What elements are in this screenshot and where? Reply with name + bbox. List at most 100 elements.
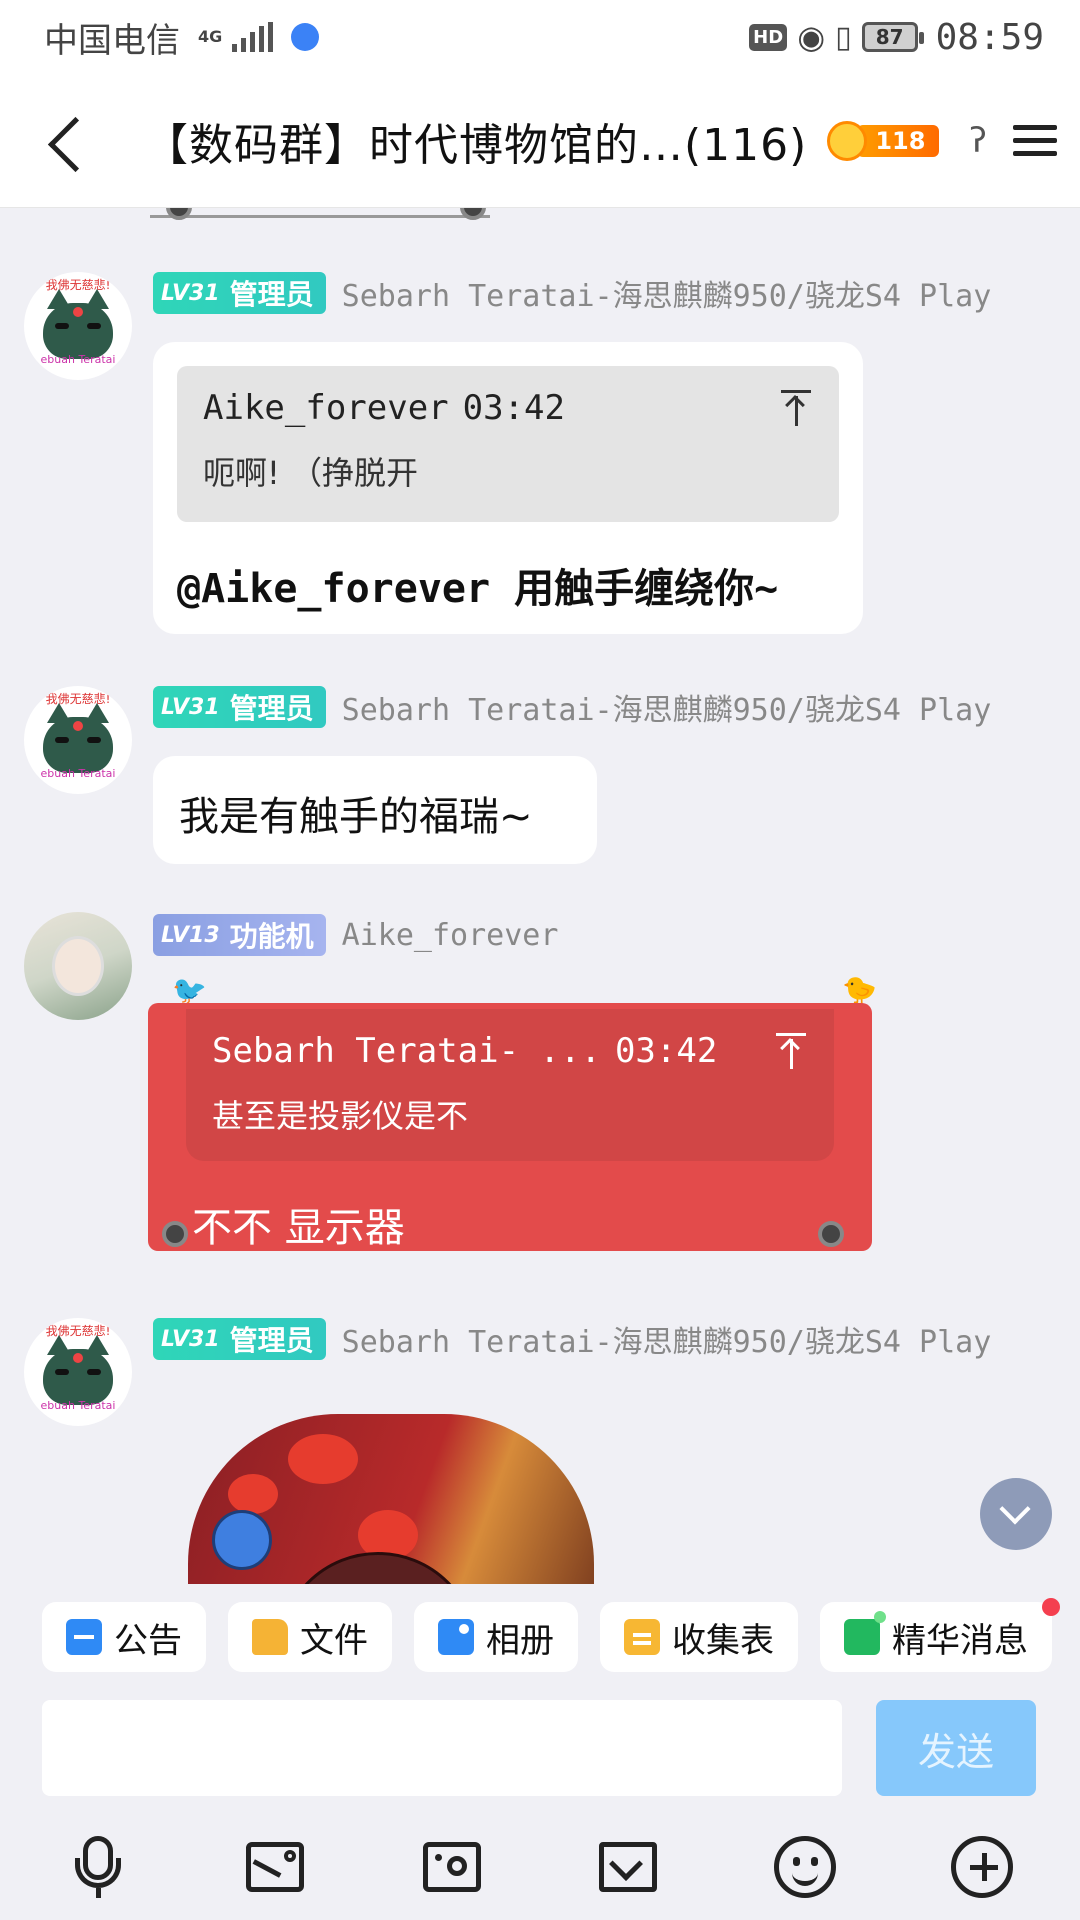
message-bubble[interactable]: 我是有触手的福瑞~ bbox=[153, 756, 597, 864]
avatar-caption: 我佛无慈悲! bbox=[45, 278, 111, 292]
wheel-icon bbox=[162, 1221, 188, 1247]
level-label: LV31 bbox=[161, 280, 220, 306]
quote-header: Sebarh Teratai- ... 03:42 bbox=[212, 1031, 808, 1071]
cat-eye bbox=[55, 323, 69, 329]
camera-flash bbox=[434, 1854, 442, 1861]
image-icon[interactable] bbox=[244, 1836, 306, 1898]
chat-area[interactable]: 我佛无慈悲! ebuah Teratai LV31 管理员 Sebarh Ter… bbox=[0, 208, 1080, 1584]
cat-mark bbox=[73, 307, 83, 317]
role-label: 管理员 bbox=[229, 1324, 314, 1357]
wheel-icon bbox=[818, 1221, 844, 1247]
sender-name[interactable]: Sebarh Teratai-海思麒麟950/骁龙S4 Play bbox=[342, 685, 992, 729]
member-badge: LV31 管理员 bbox=[153, 272, 326, 314]
quick-item-announcement[interactable]: 公告 bbox=[42, 1602, 206, 1672]
quote-text: 甚至是投影仪是不 bbox=[212, 1097, 469, 1135]
sender-name[interactable]: Sebarh Teratai-海思麒麟950/骁龙S4 Play bbox=[342, 1317, 992, 1361]
quick-item-form[interactable]: 收集表 bbox=[600, 1602, 798, 1672]
avatar[interactable]: 我佛无慈悲! ebuah Teratai bbox=[24, 686, 132, 794]
essence-icon bbox=[844, 1611, 886, 1655]
fire-count: 118 bbox=[857, 124, 940, 157]
member-badge: LV31 管理员 bbox=[153, 1318, 326, 1360]
avatar[interactable]: 我佛无慈悲! ebuah Teratai bbox=[24, 272, 132, 380]
role-label: 管理员 bbox=[229, 692, 314, 725]
sticker-image[interactable] bbox=[188, 1414, 594, 1584]
input-toolbar bbox=[0, 1814, 1080, 1920]
eye-icon: ◉ bbox=[797, 18, 826, 56]
browser-icon bbox=[291, 23, 320, 51]
themed-message-bubble[interactable]: Sebarh Teratai- ... 03:42 甚至是投影仪是不 不不 显示… bbox=[148, 1003, 872, 1251]
role-label: 管理员 bbox=[229, 278, 314, 311]
microphone-icon[interactable] bbox=[67, 1836, 129, 1898]
avatar-caption: 我佛无慈悲! bbox=[45, 692, 111, 706]
message-meta: LV31 管理员 Sebarh Teratai-海思麒麟950/骁龙S4 Pla… bbox=[153, 272, 991, 314]
jump-to-quote-icon[interactable] bbox=[776, 1033, 806, 1069]
message-meta: LV13 功能机 Aike_forever bbox=[153, 914, 558, 956]
cat-avatar-icon bbox=[43, 1335, 113, 1405]
quoted-message[interactable]: Sebarh Teratai- ... 03:42 甚至是投影仪是不 bbox=[186, 1009, 834, 1161]
quick-item-label: 文件 bbox=[300, 1620, 368, 1661]
cat-eye bbox=[87, 1369, 101, 1375]
camera-icon[interactable] bbox=[421, 1836, 483, 1898]
quick-item-label: 相册 bbox=[486, 1620, 554, 1661]
cat-eye bbox=[87, 737, 101, 743]
send-button[interactable]: 发送 bbox=[876, 1700, 1036, 1796]
avatar-caption: ebuah Teratai bbox=[40, 767, 116, 780]
quick-item-album[interactable]: 相册 bbox=[414, 1602, 578, 1672]
quote-author: Aike_forever bbox=[203, 388, 449, 428]
avatar[interactable]: 我佛无慈悲! ebuah Teratai bbox=[24, 1318, 132, 1426]
vibrate-icon: ▯ bbox=[835, 19, 852, 55]
chat-header: 【数码群】时代博物馆的…(116) 118 ʔ bbox=[0, 74, 1080, 208]
quick-item-essence[interactable]: 精华消息 bbox=[820, 1598, 1060, 1672]
sender-name[interactable]: Sebarh Teratai-海思麒麟950/骁龙S4 Play bbox=[342, 271, 992, 315]
level-label: LV31 bbox=[161, 1326, 220, 1352]
message-text: 不不 显示器 bbox=[192, 1205, 405, 1251]
menu-line bbox=[1012, 138, 1057, 143]
mic-stand bbox=[75, 1858, 122, 1888]
more-plus-icon[interactable] bbox=[950, 1836, 1013, 1898]
folder-icon bbox=[252, 1619, 288, 1655]
status-bar: 中国电信 4G HD ◉ ▯ 87 08:59 bbox=[0, 0, 1080, 74]
cat-mark bbox=[73, 1353, 83, 1363]
member-badge: LV13 功能机 bbox=[153, 914, 326, 956]
cat-eye bbox=[87, 323, 101, 329]
red-packet-icon[interactable] bbox=[597, 1836, 659, 1898]
wheel-icon bbox=[166, 208, 192, 220]
message-bubble[interactable]: Aike_forever 03:42 呃啊! （挣脱开 @Aike_foreve… bbox=[153, 342, 863, 634]
back-button[interactable] bbox=[36, 111, 96, 171]
plus-circle bbox=[950, 1836, 1013, 1898]
anime-avatar-icon bbox=[52, 936, 104, 996]
sticker-shape bbox=[228, 1474, 278, 1514]
notification-dot bbox=[1042, 1598, 1060, 1616]
member-badge: LV31 管理员 bbox=[153, 686, 326, 728]
message-text: 我是有触手的福瑞~ bbox=[179, 794, 533, 840]
quote-text: 呃啊! （挣脱开 bbox=[203, 454, 419, 492]
announcement-icon bbox=[66, 1619, 102, 1655]
menu-button[interactable] bbox=[1012, 125, 1057, 156]
image-sun bbox=[283, 1850, 296, 1862]
avatar[interactable] bbox=[24, 912, 132, 1020]
avatar-caption: 我佛无慈悲! bbox=[45, 1324, 111, 1338]
quick-item-files[interactable]: 文件 bbox=[228, 1602, 392, 1672]
ear-icon[interactable]: ʔ bbox=[969, 121, 986, 161]
quick-item-label: 收集表 bbox=[672, 1620, 774, 1661]
group-fire-badge[interactable]: 118 bbox=[827, 120, 940, 161]
menu-line bbox=[1012, 125, 1057, 130]
camera-lens bbox=[446, 1856, 467, 1876]
jump-to-quote-icon[interactable] bbox=[781, 390, 811, 426]
avatar-caption: ebuah Teratai bbox=[40, 353, 116, 366]
smile-face bbox=[773, 1836, 836, 1898]
message-input[interactable] bbox=[42, 1700, 842, 1796]
clock: 08:59 bbox=[935, 16, 1044, 58]
cat-eye bbox=[55, 737, 69, 743]
avatar-caption: ebuah Teratai bbox=[40, 1399, 116, 1412]
scroll-to-bottom-button[interactable] bbox=[980, 1478, 1052, 1550]
sender-name[interactable]: Aike_forever bbox=[342, 918, 559, 953]
quote-time: 03:42 bbox=[462, 388, 565, 428]
quoted-message[interactable]: Aike_forever 03:42 呃啊! （挣脱开 bbox=[177, 366, 839, 522]
hd-icon: HD bbox=[749, 23, 788, 51]
emoji-icon[interactable] bbox=[773, 1836, 836, 1898]
fire-icon bbox=[827, 120, 868, 161]
mic-stem bbox=[96, 1888, 102, 1898]
group-title[interactable]: 【数码群】时代博物馆的…(116) bbox=[144, 109, 807, 173]
level-label: LV31 bbox=[161, 694, 220, 720]
